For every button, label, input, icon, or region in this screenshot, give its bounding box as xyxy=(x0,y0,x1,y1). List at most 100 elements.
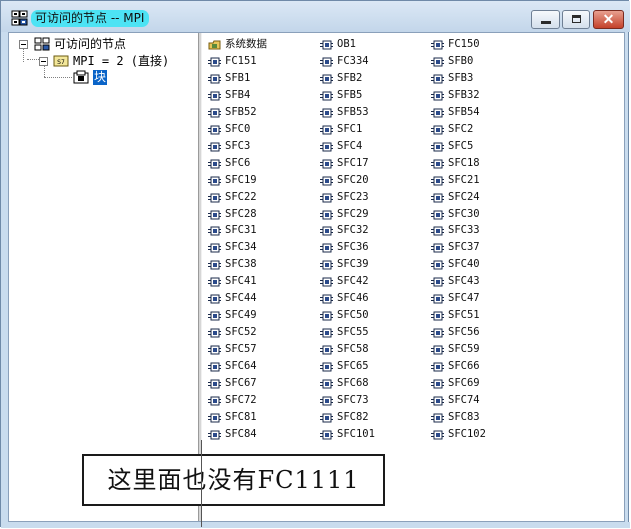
block-name: SFC84 xyxy=(225,427,257,440)
block-name: SFB2 xyxy=(337,71,363,84)
block-icon xyxy=(431,379,444,389)
block-icon xyxy=(320,210,333,219)
block-name: SFC55 xyxy=(337,326,369,339)
block-name: SFC34 xyxy=(225,241,257,254)
annotation-leader-line xyxy=(201,440,202,527)
block-icon xyxy=(208,210,221,219)
block-name: SFC39 xyxy=(337,258,369,271)
tree-connector xyxy=(44,77,72,78)
block-icon xyxy=(431,176,444,186)
block-icon xyxy=(320,396,333,406)
block-name: SFC59 xyxy=(448,343,480,356)
block-name: SFC68 xyxy=(337,377,369,389)
block-icon xyxy=(208,362,221,372)
block-icon xyxy=(431,396,444,406)
block-name: SFC38 xyxy=(225,258,257,271)
block-name: FC150 xyxy=(448,38,480,50)
block-icon xyxy=(431,430,444,440)
block-icon xyxy=(320,413,333,423)
block-icon xyxy=(431,125,444,135)
block-icon xyxy=(320,311,333,321)
block-name: SFC32 xyxy=(337,224,369,237)
block-name: SFC6 xyxy=(225,156,251,169)
block-icon xyxy=(431,193,444,203)
block-icon xyxy=(320,40,333,50)
block-name: SFC82 xyxy=(337,410,369,423)
block-icon xyxy=(431,91,444,101)
block-icon xyxy=(431,159,444,169)
block-name: SFC43 xyxy=(448,275,480,288)
block-name: SFC67 xyxy=(225,377,257,389)
tree-node-accessible-nodes[interactable]: 可访问的节点 xyxy=(17,36,197,52)
block-name: SFC69 xyxy=(448,377,480,389)
block-icon xyxy=(320,243,333,253)
block-name: SFC66 xyxy=(448,360,480,373)
close-icon: ✕ xyxy=(602,11,615,27)
minimize-button[interactable] xyxy=(531,10,560,29)
system-data-folder-icon xyxy=(208,40,221,50)
block-name: SFC102 xyxy=(448,427,486,440)
block-name: SFC28 xyxy=(225,207,257,220)
block-icon xyxy=(320,125,333,135)
block-icon xyxy=(208,345,221,355)
block-name: SFC2 xyxy=(448,122,474,135)
block-icon xyxy=(208,159,221,169)
block-icon xyxy=(431,226,444,236)
close-button[interactable]: ✕ xyxy=(593,10,624,29)
title-bar[interactable]: 可访问的节点 -- MPI ✕ xyxy=(1,1,630,32)
svg-text:S7: S7 xyxy=(57,59,65,66)
block-name: SFC18 xyxy=(448,156,480,169)
block-icon xyxy=(431,311,444,321)
window-bottom-frame xyxy=(1,522,630,528)
tree-node-label: MPI = 2 (直接) xyxy=(73,54,170,68)
tree-node-blocks[interactable]: 块 xyxy=(93,70,108,85)
block-name: SFC40 xyxy=(448,258,480,271)
block-icon xyxy=(208,193,221,203)
block-icon xyxy=(208,311,221,321)
block-name: SFC57 xyxy=(225,343,257,356)
maximize-icon xyxy=(572,15,581,23)
block-icon xyxy=(320,345,333,355)
network-icon xyxy=(34,37,50,51)
block-name: SFC50 xyxy=(337,309,369,322)
block-icon xyxy=(431,210,444,219)
node-tree-pane[interactable]: 可访问的节点 S7 MPI = 2 (直接) 块 xyxy=(9,33,197,521)
block-name: SFC42 xyxy=(337,275,369,288)
collapse-toggle[interactable] xyxy=(19,40,28,49)
content-area: 可访问的节点 S7 MPI = 2 (直接) 块 系统数据 FC151 SFB1 SF… xyxy=(8,32,625,522)
block-name: SFC101 xyxy=(337,427,375,440)
block-name: SFB3 xyxy=(448,71,474,84)
annotation-text: 这里面也没有FC1111 xyxy=(107,466,360,494)
block-icon xyxy=(208,176,221,186)
block-name: SFC65 xyxy=(337,360,369,373)
block-name: SFC33 xyxy=(448,224,480,237)
block-name: SFC46 xyxy=(337,292,369,305)
block-icon xyxy=(208,328,221,338)
block-name: SFC58 xyxy=(337,343,369,356)
block-icon xyxy=(431,294,444,304)
block-name: SFC74 xyxy=(448,393,480,406)
block-name: SFC83 xyxy=(448,410,480,423)
collapse-toggle[interactable] xyxy=(39,57,48,66)
maximize-button[interactable] xyxy=(562,10,590,29)
block-icon xyxy=(431,108,444,118)
block-name: FC334 xyxy=(337,54,369,67)
block-icon xyxy=(320,379,333,389)
block-name: SFC20 xyxy=(337,173,369,186)
block-icon xyxy=(320,277,333,287)
block-icon xyxy=(320,142,333,152)
block-icon xyxy=(431,328,444,338)
block-name: SFB4 xyxy=(225,88,251,101)
block-icon xyxy=(208,277,221,287)
block-list-pane[interactable]: 系统数据 FC151 SFB1 SFB4 SFB52 SFC0 SFC3 SFC6 SFC19 S… xyxy=(202,33,624,521)
block-icon xyxy=(320,91,333,101)
block-name: SFC72 xyxy=(225,393,257,406)
block-icon xyxy=(208,243,221,253)
tree-node-mpi-station[interactable]: S7 MPI = 2 (直接) xyxy=(17,53,197,69)
block-name: SFC36 xyxy=(337,241,369,254)
block-icon xyxy=(208,91,221,101)
block-icon xyxy=(208,379,221,389)
block-icon xyxy=(208,260,221,270)
block-icon xyxy=(431,243,444,253)
block-icon xyxy=(320,176,333,186)
